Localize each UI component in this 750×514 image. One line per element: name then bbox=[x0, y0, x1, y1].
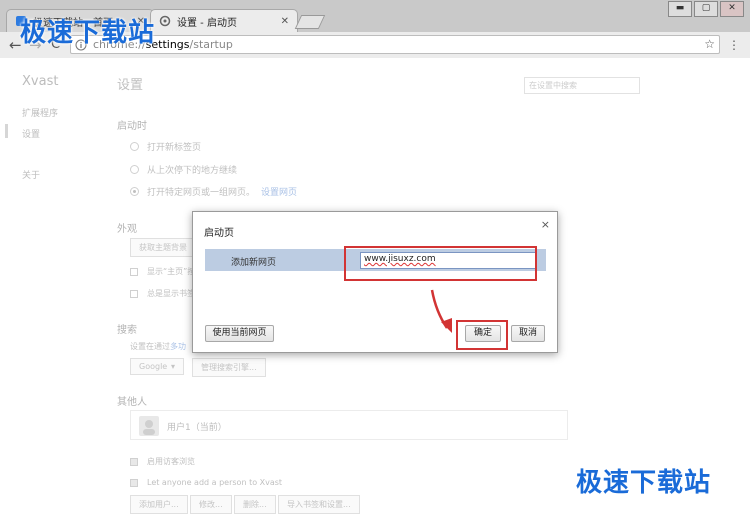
address-bar[interactable]: chrome://settings/startup ☆ bbox=[70, 35, 720, 54]
settings-search-input[interactable]: 在设置中搜索 bbox=[524, 77, 640, 94]
startup-heading: 启动时 bbox=[117, 121, 147, 132]
close-window-icon[interactable]: ✕ bbox=[720, 1, 744, 17]
manage-search-engines-button[interactable]: 管理搜索引擎... bbox=[192, 358, 266, 377]
select-value: Google bbox=[139, 362, 168, 371]
omnibox-link[interactable]: 多功 bbox=[170, 341, 186, 352]
user-name: 用户1（当前） bbox=[167, 423, 227, 433]
cancel-button[interactable]: 取消 bbox=[511, 325, 545, 342]
use-current-pages-button[interactable]: 使用当前网页 bbox=[205, 325, 274, 342]
highlight-ok-button bbox=[456, 320, 508, 350]
sidebar-item-about[interactable]: 关于 bbox=[22, 168, 40, 181]
radio-label: 打开新标签页 bbox=[147, 143, 202, 153]
others-heading: 其他人 bbox=[117, 397, 147, 408]
checkbox[interactable] bbox=[130, 289, 138, 298]
restore-icon[interactable]: ▢ bbox=[694, 1, 718, 17]
radio-label: 打开特定网页或一组网页。 bbox=[147, 188, 256, 198]
watermark-bottom-right: 极速下载站 bbox=[576, 468, 712, 498]
startup-option-specific[interactable]: 打开特定网页或一组网页。 设置网页 bbox=[130, 185, 297, 198]
add-user-button[interactable]: 添加用户... bbox=[130, 495, 188, 514]
anyone-add-person-checkbox[interactable]: Let anyone add a person to Xvast bbox=[130, 478, 282, 487]
window-controls: ▬ ▢ ✕ bbox=[666, 1, 744, 17]
checkbox-label: Let anyone add a person to Xvast bbox=[147, 478, 283, 487]
appearance-heading: 外观 bbox=[117, 224, 137, 235]
search-heading: 搜索 bbox=[117, 325, 137, 336]
bookmark-star-icon[interactable]: ☆ bbox=[704, 37, 715, 51]
tab-title: 设置 - 启动页 bbox=[177, 17, 237, 29]
checkbox[interactable] bbox=[130, 267, 138, 276]
settings-gear-icon bbox=[159, 15, 171, 27]
url-path: /startup bbox=[189, 38, 233, 51]
add-page-label: 添加新网页 bbox=[231, 258, 277, 268]
radio-button-selected[interactable] bbox=[130, 187, 139, 196]
import-bookmarks-button[interactable]: 导入书签和设置... bbox=[278, 495, 360, 514]
new-tab-button[interactable] bbox=[294, 15, 326, 29]
page-title: 设置 bbox=[117, 78, 144, 93]
search-engine-select[interactable]: Google ▾ bbox=[130, 358, 184, 375]
menu-dots-icon[interactable]: ⋮ bbox=[728, 38, 740, 52]
dialog-title: 启动页 bbox=[204, 228, 234, 239]
startup-option-newtab[interactable]: 打开新标签页 bbox=[130, 140, 201, 153]
sidebar-item-extensions[interactable]: 扩展程序 bbox=[22, 106, 58, 119]
avatar-icon bbox=[139, 416, 159, 436]
sidebar-active-marker bbox=[5, 124, 8, 138]
watermark-top-left: 极速下载站 bbox=[20, 18, 156, 48]
guest-browsing-checkbox[interactable]: 启用访客浏览 bbox=[130, 456, 195, 467]
radio-button[interactable] bbox=[130, 142, 139, 151]
delete-user-button[interactable]: 删除... bbox=[234, 495, 276, 514]
dialog-close-icon[interactable]: × bbox=[541, 218, 550, 231]
tab-settings[interactable]: 设置 - 启动页 ✕ bbox=[150, 9, 298, 32]
search-desc-text: 设置在通过 bbox=[130, 342, 170, 351]
search-description: 设置在通过 多功 bbox=[130, 341, 186, 352]
tab-close-icon[interactable]: ✕ bbox=[281, 16, 289, 27]
checkbox[interactable] bbox=[130, 457, 138, 466]
checkbox-label: 总是显示书签 bbox=[147, 289, 195, 298]
sidebar-item-settings[interactable]: 设置 bbox=[22, 127, 40, 140]
get-themes-button[interactable]: 获取主题背景 bbox=[130, 238, 196, 257]
sidebar-brand: Xvast bbox=[22, 74, 59, 89]
set-pages-link[interactable]: 设置网页 bbox=[261, 185, 297, 198]
checkbox[interactable] bbox=[130, 478, 138, 487]
checkbox-label: 启用访客浏览 bbox=[147, 457, 195, 466]
show-bookmarks-checkbox[interactable]: 总是显示书签 bbox=[130, 288, 195, 299]
startup-option-continue[interactable]: 从上次停下的地方继续 bbox=[130, 163, 237, 176]
chevron-down-icon: ▾ bbox=[170, 362, 175, 371]
edit-user-button[interactable]: 修改... bbox=[190, 495, 232, 514]
show-home-checkbox[interactable]: 显示“主页”按 bbox=[130, 266, 195, 277]
radio-label: 从上次停下的地方继续 bbox=[147, 166, 238, 176]
minimize-icon[interactable]: ▬ bbox=[668, 1, 692, 17]
radio-button[interactable] bbox=[130, 165, 139, 174]
user-card[interactable]: 用户1（当前） bbox=[130, 410, 568, 440]
highlight-url-input bbox=[344, 246, 537, 281]
checkbox-label: 显示“主页”按 bbox=[147, 267, 196, 276]
